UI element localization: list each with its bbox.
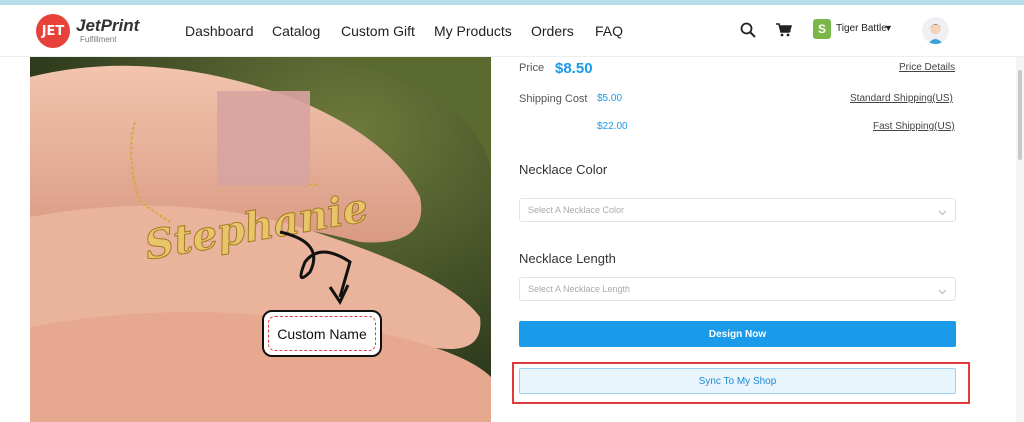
chevron-down-icon[interactable]: ▼ bbox=[884, 23, 893, 33]
logo-subtitle: Fulfillment bbox=[80, 35, 117, 44]
logo-name: JetPrint bbox=[76, 16, 140, 35]
custom-name-text: Custom Name bbox=[277, 325, 367, 342]
necklace-length-placeholder: Select A Necklace Length bbox=[528, 284, 631, 294]
top-navbar: JET JetPrint Fulfillment Dashboard Catal… bbox=[0, 5, 1024, 57]
nav-orders[interactable]: Orders bbox=[531, 23, 574, 39]
avatar[interactable] bbox=[922, 17, 949, 44]
shop-name[interactable]: Tiger Battle bbox=[836, 23, 887, 34]
chevron-down-icon bbox=[938, 204, 947, 222]
shopify-icon: S bbox=[813, 19, 831, 39]
design-now-button[interactable]: Design Now bbox=[519, 321, 956, 347]
necklace-color-title: Necklace Color bbox=[519, 162, 608, 177]
price-details-link[interactable]: Price Details bbox=[899, 62, 955, 73]
nav-catalog[interactable]: Catalog bbox=[272, 23, 320, 39]
nav-dashboard[interactable]: Dashboard bbox=[185, 23, 254, 39]
product-image: Stephanie Custom Name bbox=[30, 57, 491, 422]
necklace-color-placeholder: Select A Necklace Color bbox=[528, 205, 625, 215]
necklace-length-select[interactable]: Select A Necklace Length bbox=[519, 277, 956, 301]
necklace-color-select[interactable]: Select A Necklace Color bbox=[519, 198, 956, 222]
fast-shipping-link[interactable]: Fast Shipping(US) bbox=[873, 121, 955, 132]
cart-icon[interactable] bbox=[776, 23, 793, 42]
price-label: Price bbox=[519, 62, 545, 74]
sync-to-my-shop-button[interactable]: Sync To My Shop bbox=[519, 368, 956, 394]
necklace-length-title: Necklace Length bbox=[519, 251, 616, 266]
custom-name-label: Custom Name bbox=[262, 310, 382, 357]
shipping-cost-label: Shipping Cost bbox=[519, 93, 588, 105]
page-scrollbar-thumb[interactable] bbox=[1018, 70, 1022, 160]
chevron-down-icon bbox=[938, 283, 947, 301]
logo-badge: JET bbox=[36, 14, 70, 48]
search-icon[interactable] bbox=[740, 22, 756, 43]
nav-custom-gift[interactable]: Custom Gift bbox=[341, 23, 415, 39]
standard-shipping-link[interactable]: Standard Shipping(US) bbox=[850, 93, 953, 104]
shipping-price-fast: $22.00 bbox=[597, 121, 628, 132]
shipping-price-standard: $5.00 bbox=[597, 93, 623, 104]
jetprint-logo[interactable]: JET JetPrint Fulfillment bbox=[36, 14, 146, 50]
nav-faq[interactable]: FAQ bbox=[595, 23, 623, 39]
nav-my-products[interactable]: My Products bbox=[434, 23, 512, 39]
price-value: $8.50 bbox=[555, 60, 593, 77]
